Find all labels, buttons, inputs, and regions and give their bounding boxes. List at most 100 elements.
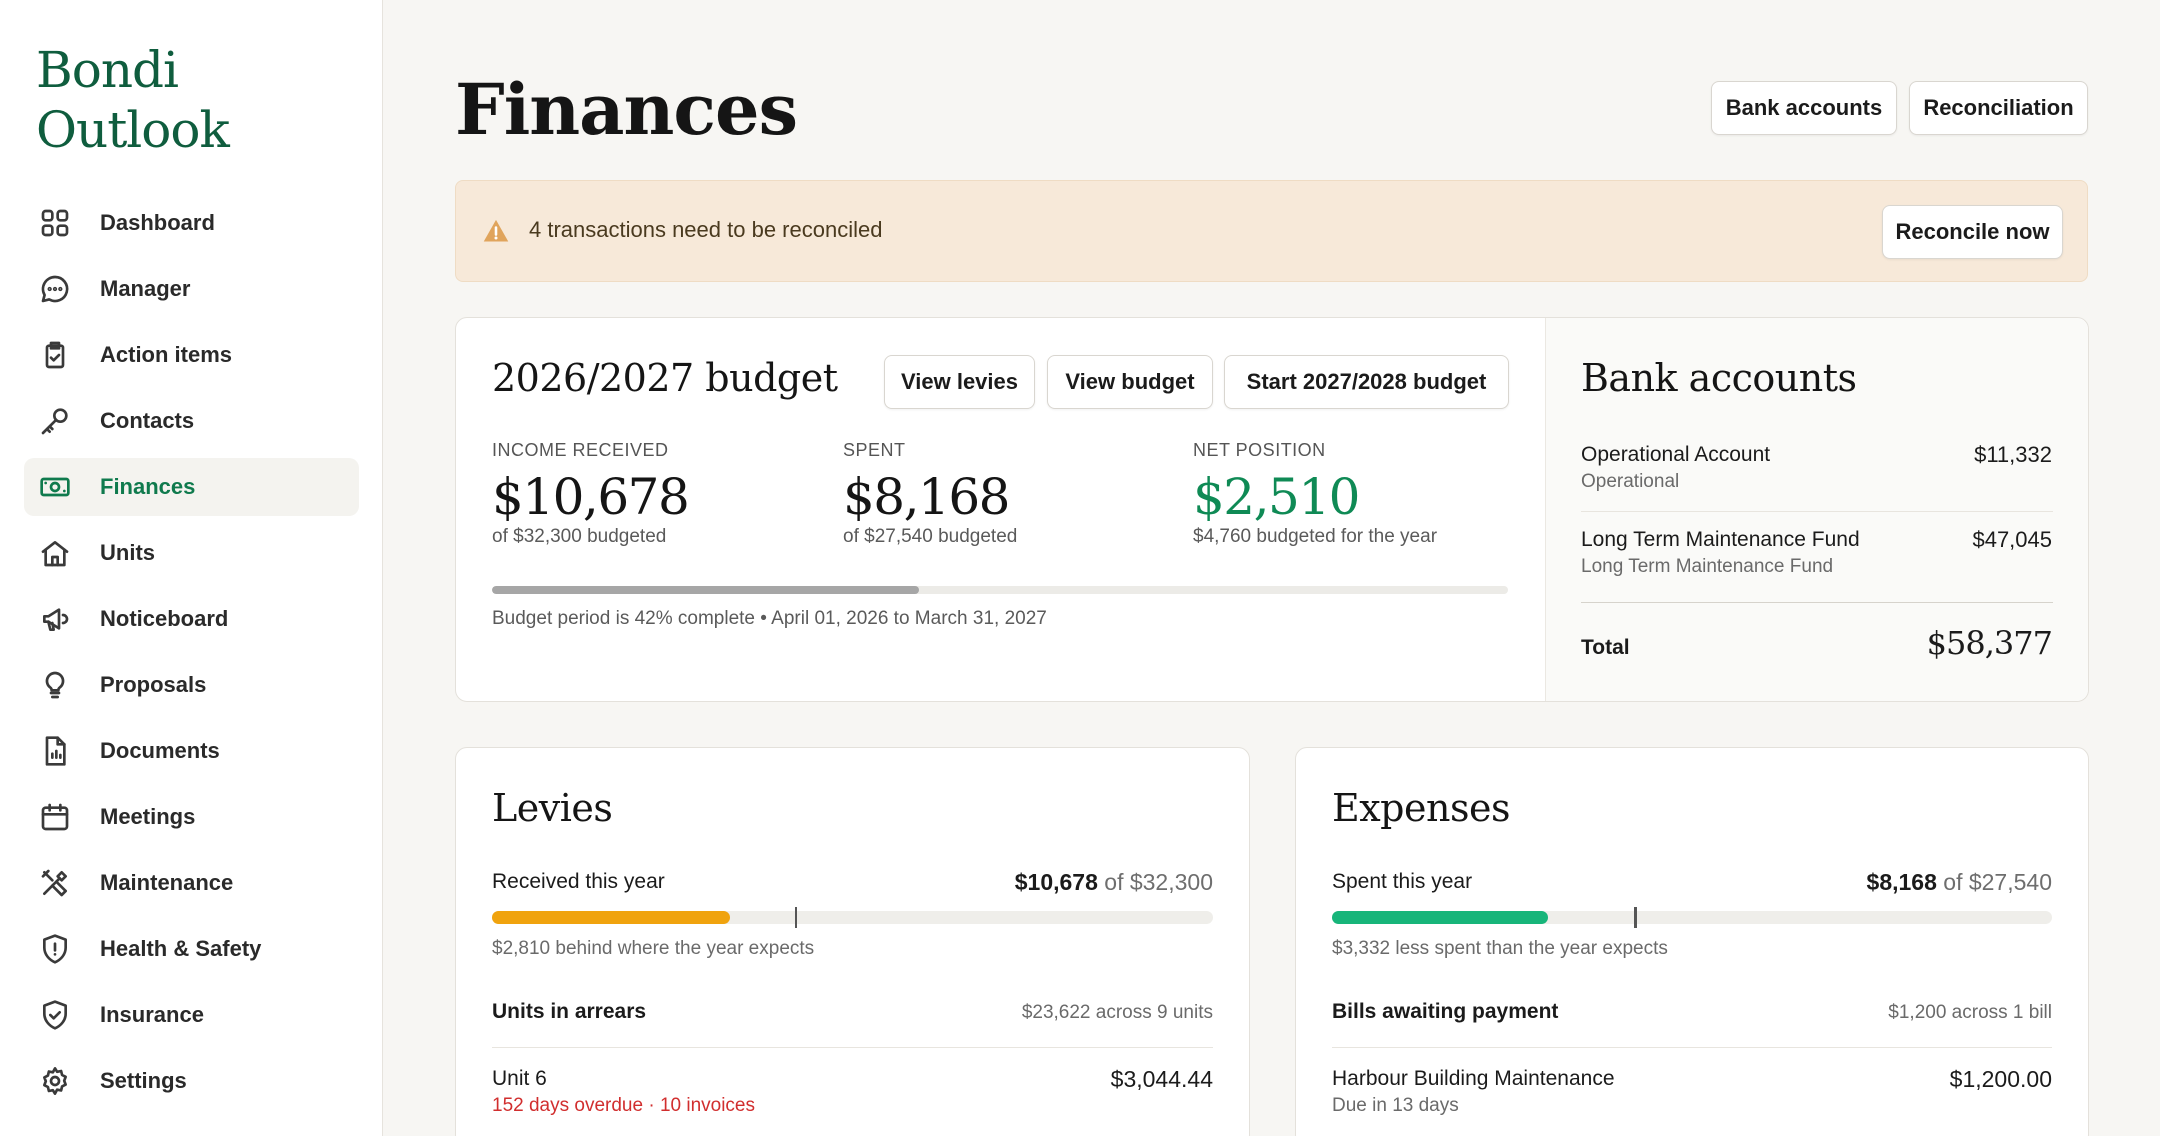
account-name[interactable]: Operational Account xyxy=(1581,443,1770,467)
alert-message: 4 transactions need to be reconciled xyxy=(529,217,883,242)
bills-label: Bills awaiting payment xyxy=(1332,1000,1559,1023)
lightbulb-icon xyxy=(38,668,72,702)
view-budget-button[interactable]: View budget xyxy=(1047,355,1213,409)
arrears-summary: $23,622 across 9 units xyxy=(1021,1002,1213,1023)
sidebar-item-label: Units xyxy=(100,540,155,565)
divider xyxy=(1581,602,2053,603)
account-type: Operational xyxy=(1581,471,1680,492)
received-value: $10,678 xyxy=(1014,869,1098,895)
sidebar-item-label: Proposals xyxy=(100,672,207,697)
shield-check-icon xyxy=(38,998,72,1032)
expenses-progress-fill xyxy=(1332,911,1548,924)
shield-alert-icon xyxy=(38,932,72,966)
brand-logo[interactable]: Bondi Outlook xyxy=(36,40,230,160)
bill-name[interactable]: Harbour Building Maintenance xyxy=(1332,1067,1615,1091)
sidebar-item-contacts[interactable]: Contacts xyxy=(24,392,359,450)
sidebar-item-settings[interactable]: Settings xyxy=(24,1052,359,1110)
levies-expected-marker xyxy=(794,907,798,928)
budget-period-fill xyxy=(492,586,919,594)
expenses-progress-bar xyxy=(1332,907,2052,928)
divider xyxy=(492,1047,1213,1048)
sidebar-item-dashboard[interactable]: Dashboard xyxy=(24,194,359,252)
start-next-budget-button[interactable]: Start 2027/2028 budget xyxy=(1224,355,1509,409)
divider xyxy=(1581,511,2053,512)
sidebar-item-label: Meetings xyxy=(100,804,196,829)
arrears-unit-name[interactable]: Unit 6 xyxy=(492,1067,547,1091)
reconciliation-button[interactable]: Reconciliation xyxy=(1909,81,2088,135)
account-name[interactable]: Long Term Maintenance Fund xyxy=(1581,528,1860,552)
sidebar-item-label: Documents xyxy=(100,738,220,763)
levies-note: $2,810 behind where the year expects xyxy=(492,938,815,959)
home-icon xyxy=(38,536,72,570)
arrears-label: Units in arrears xyxy=(492,1000,647,1023)
sidebar-item-label: Health & Safety xyxy=(100,936,262,961)
expenses-note: $3,332 less spent than the year expects xyxy=(1332,938,1668,959)
document-icon xyxy=(38,734,72,768)
bills-summary: $1,200 across 1 bill xyxy=(1888,1002,2052,1023)
account-balance: $47,045 xyxy=(1972,527,2052,552)
sidebar-item-manager[interactable]: Manager xyxy=(24,260,359,318)
bank-accounts-title: Bank accounts xyxy=(1581,356,1857,400)
budget-title: 2026/2027 budget xyxy=(492,356,838,400)
grid-icon xyxy=(38,206,72,240)
levies-progress-bar xyxy=(492,907,1213,928)
chat-icon xyxy=(38,272,72,306)
sidebar-item-label: Contacts xyxy=(100,408,195,433)
account-type: Long Term Maintenance Fund xyxy=(1581,556,1834,577)
total-label: Total xyxy=(1581,636,1630,659)
calendar-icon xyxy=(38,800,72,834)
sidebar-nav: Dashboard Manager Action items Contacts … xyxy=(24,194,359,1118)
bill-due-note: Due in 13 days xyxy=(1332,1095,1459,1116)
sidebar-item-documents[interactable]: Documents xyxy=(24,722,359,780)
total-value: $58,377 xyxy=(1926,624,2053,662)
view-levies-button[interactable]: View levies xyxy=(884,355,1035,409)
warning-icon xyxy=(483,219,509,242)
megaphone-icon xyxy=(38,602,72,636)
gear-icon xyxy=(38,1064,72,1098)
sidebar-item-health-safety[interactable]: Health & Safety xyxy=(24,920,359,978)
net-value: $2,510 xyxy=(1193,468,1360,526)
expenses-title: Expenses xyxy=(1332,786,1510,830)
bank-accounts-button[interactable]: Bank accounts xyxy=(1711,81,1897,135)
arrears-unit-note: 152 days overdue · 10 invoices xyxy=(492,1095,755,1116)
sidebar-item-label: Settings xyxy=(100,1068,187,1093)
bank-accounts-panel: Bank accounts Operational Account Operat… xyxy=(1545,318,2088,701)
sidebar-item-label: Manager xyxy=(100,276,191,301)
levies-card: Levies Received this year $10,678 of $32… xyxy=(455,747,1250,1136)
spent-amount: $8,168 of $27,540 xyxy=(1867,869,2052,896)
received-total: of $32,300 xyxy=(1104,869,1213,895)
brand-line-2: Outlook xyxy=(36,101,230,159)
clipboard-check-icon xyxy=(38,338,72,372)
sidebar-item-noticeboard[interactable]: Noticeboard xyxy=(24,590,359,648)
income-sub: of $32,300 budgeted xyxy=(492,526,667,547)
money-icon xyxy=(38,470,72,504)
income-value: $10,678 xyxy=(492,468,690,526)
expenses-card: Expenses Spent this year $8,168 of $27,5… xyxy=(1295,747,2089,1136)
sidebar-item-label: Insurance xyxy=(100,1002,204,1027)
spent-this-year-label: Spent this year xyxy=(1332,870,1473,893)
sidebar-item-proposals[interactable]: Proposals xyxy=(24,656,359,714)
sidebar-item-units[interactable]: Units xyxy=(24,524,359,582)
spent-year-value: $8,168 xyxy=(1866,869,1937,895)
divider xyxy=(1332,1047,2052,1048)
sidebar-item-finances[interactable]: Finances xyxy=(24,458,359,516)
sidebar-item-maintenance[interactable]: Maintenance xyxy=(24,854,359,912)
expenses-expected-marker xyxy=(1634,907,1637,928)
brand-line-1: Bondi xyxy=(36,41,179,99)
received-label: Received this year xyxy=(492,870,665,893)
income-label: INCOME RECEIVED xyxy=(492,440,669,460)
sidebar-item-label: Finances xyxy=(100,474,196,499)
sidebar-item-meetings[interactable]: Meetings xyxy=(24,788,359,846)
sidebar-item-label: Dashboard xyxy=(100,210,215,235)
reconcile-now-button[interactable]: Reconcile now xyxy=(1882,205,2063,259)
levies-progress-fill xyxy=(492,911,730,924)
sidebar-item-label: Action items xyxy=(100,342,233,367)
received-amount: $10,678 of $32,300 xyxy=(1015,869,1213,896)
budget-period-text: Budget period is 42% complete • April 01… xyxy=(492,608,1047,629)
sidebar: Bondi Outlook Dashboard Manager Action i… xyxy=(0,0,383,1136)
net-label: NET POSITION xyxy=(1193,440,1326,460)
spent-label: SPENT xyxy=(843,440,906,460)
sidebar-item-insurance[interactable]: Insurance xyxy=(24,986,359,1044)
tools-icon xyxy=(38,866,72,900)
sidebar-item-action-items[interactable]: Action items xyxy=(24,326,359,384)
